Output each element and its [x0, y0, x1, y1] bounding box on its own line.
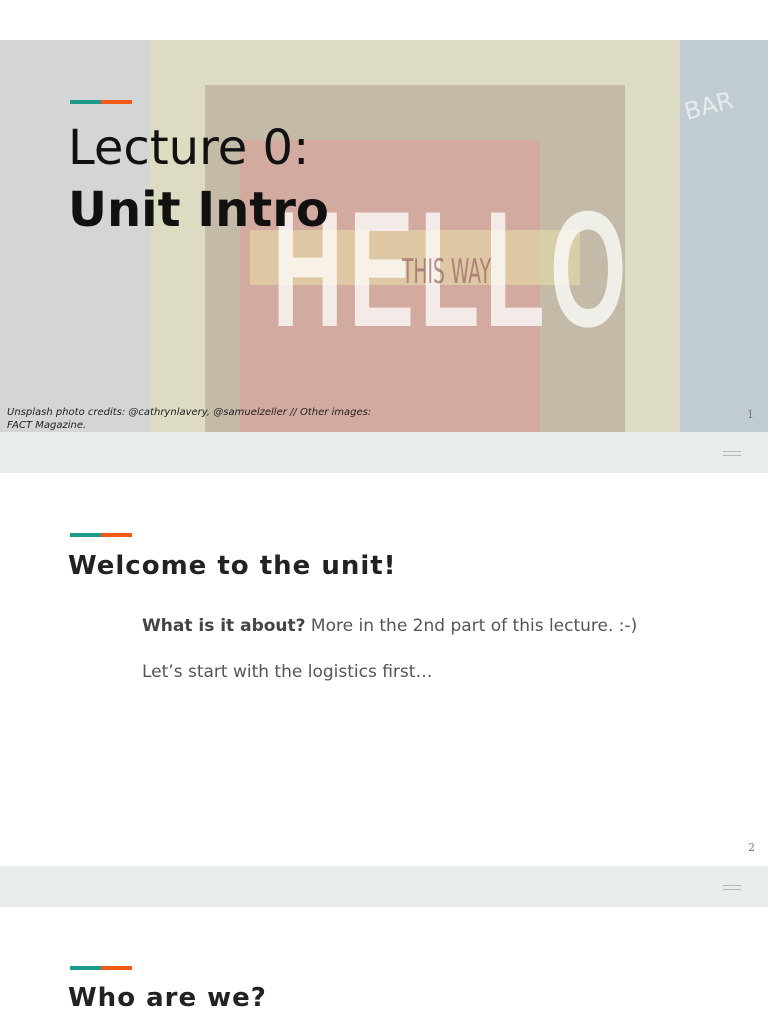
photo-this-way-lettering: THIS WAY — [402, 252, 492, 292]
slide-title-line2: Unit Intro — [68, 182, 329, 238]
slide-title-line1: Lecture 0: — [68, 120, 310, 176]
body-text: More in the 2nd part of this lecture. :-… — [305, 616, 638, 636]
body-bold: What is it about? — [142, 616, 306, 636]
photo-credits: Unsplash photo credits: @cathrynlavery, … — [7, 407, 372, 431]
slide-separator — [0, 432, 768, 473]
page-number: 2 — [748, 841, 755, 854]
accent-bar — [70, 100, 132, 104]
slide-1: HELLO THIS WAY BAR Lecture 0: Unit Intro… — [0, 40, 768, 432]
accent-bar — [70, 966, 132, 970]
accent-bar — [70, 533, 132, 537]
slide-heading: Welcome to the unit! — [68, 551, 397, 581]
body-line-2: Let’s start with the logistics first… — [142, 662, 433, 682]
slide-heading: Who are we? — [68, 983, 267, 1013]
menu-icon[interactable] — [723, 885, 741, 890]
slide-separator — [0, 866, 768, 907]
menu-icon[interactable] — [723, 451, 741, 456]
page-number: 1 — [747, 408, 754, 421]
slide-2: Welcome to the unit! What is it about? M… — [0, 473, 768, 866]
slide-3: Who are we? — [0, 907, 768, 1024]
body-line-1: What is it about? More in the 2nd part o… — [142, 616, 637, 636]
